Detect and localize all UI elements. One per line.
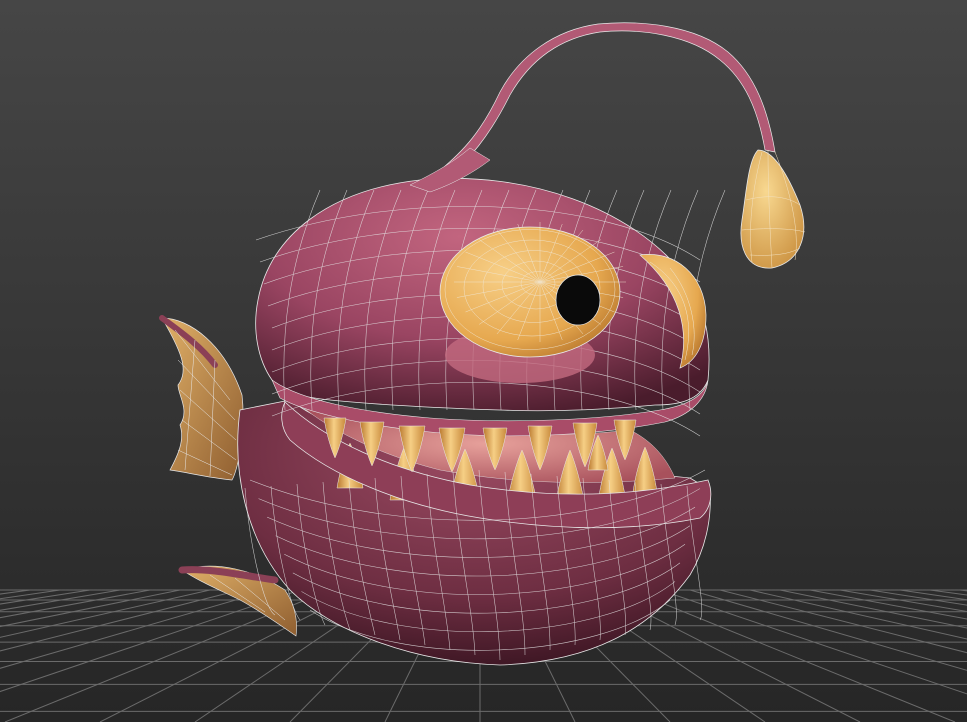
left-pupil xyxy=(555,274,601,326)
3d-viewport[interactable] xyxy=(0,0,967,722)
